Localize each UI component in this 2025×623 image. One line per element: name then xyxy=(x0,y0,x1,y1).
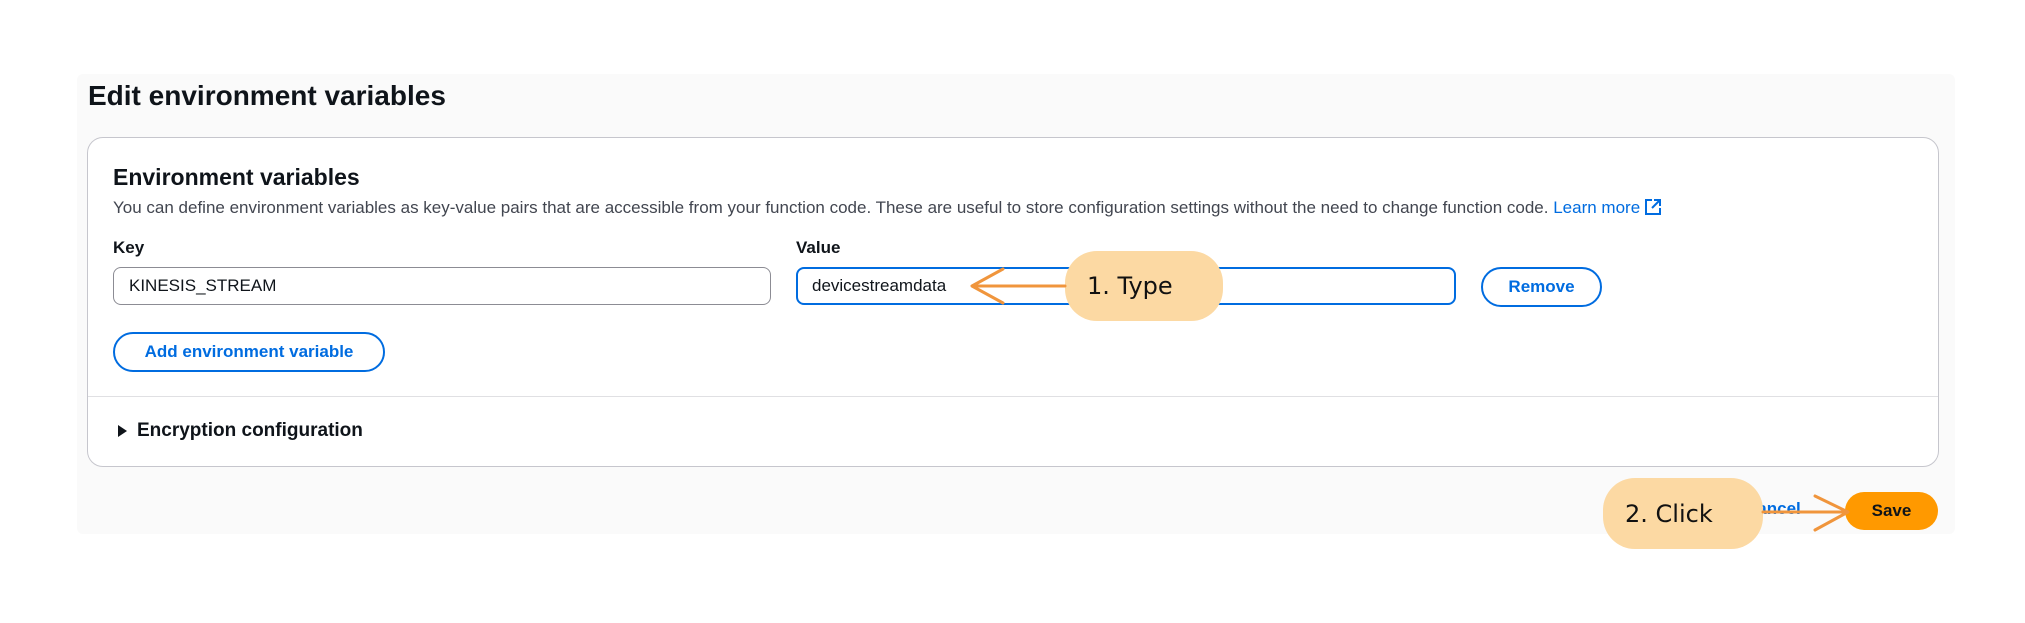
annotation-arrows xyxy=(970,267,1850,532)
step1-arrow xyxy=(970,267,1067,305)
step2-arrow xyxy=(1761,494,1850,532)
